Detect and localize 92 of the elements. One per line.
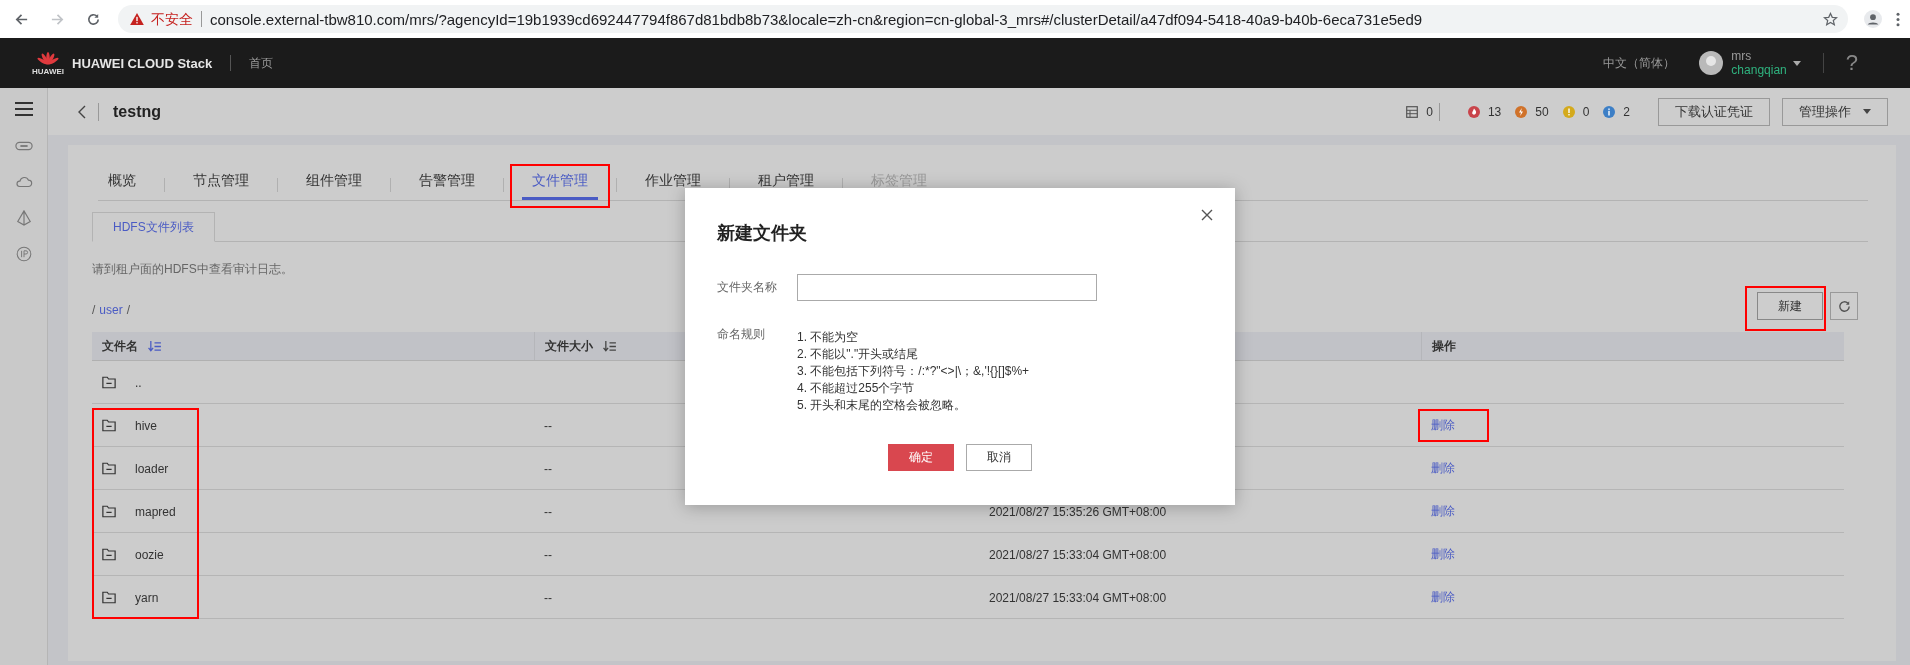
cloud-icon[interactable] (14, 174, 33, 190)
folder-name-field[interactable] (797, 274, 1097, 301)
subtab[interactable]: HDFS文件列表 (92, 212, 215, 242)
avatar-icon[interactable] (1699, 51, 1724, 75)
breadcrumb-separator: / (126, 303, 131, 317)
status-count: 2 (1623, 104, 1630, 119)
security-label: 不安全 (151, 11, 202, 27)
table-icon (1406, 105, 1419, 118)
reload-icon[interactable] (86, 11, 101, 27)
folder-icon (102, 505, 116, 518)
folder-icon (102, 419, 116, 432)
user-name: mrs (1731, 49, 1753, 63)
refresh-icon (1836, 298, 1852, 314)
language-selector[interactable]: 中文（简体） (1603, 54, 1676, 72)
file-size: -- (544, 418, 552, 433)
tab[interactable]: 文件管理 (522, 169, 598, 200)
home-link[interactable]: 首页 (249, 54, 274, 72)
back-icon[interactable] (78, 104, 86, 119)
notice-text: 请到租户面的HDFS中查看审计日志。 (92, 261, 294, 278)
menu-icon[interactable] (1896, 11, 1900, 27)
modified-time: 2021/08/27 15:33:04 GMT+08:00 (989, 590, 1167, 605)
folder-icon (102, 376, 116, 389)
column-label: 文件大小 (545, 337, 593, 355)
delete-link[interactable]: 删除 (1431, 589, 1455, 606)
breadcrumb-link[interactable]: user (99, 303, 123, 317)
rules-label: 命名规则 (717, 326, 766, 343)
account-name[interactable]: changqian (1731, 63, 1787, 77)
folder-icon (102, 548, 116, 561)
delete-link[interactable]: 删除 (1431, 417, 1455, 434)
profile-icon[interactable] (1864, 10, 1882, 28)
url-text: console.external-tbw810.com/mrs/?agencyId=19b1939cd692447794f867d81bdb8b73&locale=zh-cn&region=cn-global-3_mrs#/clusterDetail/a47df094-5418-40a9-b40b-6eca731e5ed9 (210, 10, 1424, 28)
caret-icon (1863, 109, 1871, 114)
delete-link[interactable]: 删除 (1431, 460, 1455, 477)
tab[interactable]: 作业管理 (617, 169, 729, 200)
confirm-button[interactable]: 确定 (888, 444, 954, 471)
column-header[interactable]: 文件名 (92, 332, 534, 360)
header-button[interactable]: 下载认证凭证 (1658, 97, 1770, 126)
sort-icon[interactable] (603, 340, 616, 352)
file-name[interactable]: mapred (135, 504, 176, 519)
header-button[interactable]: 管理操作 (1782, 97, 1888, 126)
new-button[interactable]: 新建 (1757, 292, 1823, 320)
rule-text: 1. 不能为空 (797, 329, 860, 346)
status-count: 0 (1582, 104, 1590, 119)
warning-icon (130, 13, 144, 25)
menu-icon[interactable] (14, 102, 33, 116)
rule-text: 5. 开头和末尾的空格会被忽略。 (797, 397, 968, 414)
folder-icon (102, 591, 116, 604)
status-count: 0 (1426, 104, 1433, 119)
field-label: 文件夹名称 (717, 279, 778, 296)
file-size: -- (544, 547, 552, 562)
brand-name: HUAWEI CLOUD Stack (72, 55, 213, 71)
star-icon[interactable] (1823, 11, 1838, 27)
tab[interactable]: 组件管理 (278, 169, 390, 200)
breadcrumb-separator: / (92, 303, 96, 317)
cancel-button[interactable]: 取消 (966, 444, 1032, 471)
status-count: 13 (1487, 104, 1502, 119)
modified-time: 2021/08/27 15:35:26 GMT+08:00 (989, 504, 1167, 519)
help-button[interactable]: ? (1845, 50, 1858, 76)
table-row[interactable]: yarn -- 2021/08/27 15:33:04 GMT+08:00 删除 (92, 576, 1844, 619)
column-label: 文件名 (102, 337, 138, 355)
file-name[interactable]: yarn (135, 590, 159, 605)
close-icon[interactable] (1201, 209, 1213, 221)
sort-icon[interactable] (148, 340, 161, 352)
file-size: -- (544, 504, 552, 519)
tab[interactable]: 租户管理 (730, 169, 842, 200)
file-size: -- (544, 590, 552, 605)
caret-icon[interactable] (1792, 60, 1801, 66)
rule-text: 2. 不能以"."开头或结尾 (797, 346, 920, 363)
cluster-title: testng (113, 102, 161, 121)
pyramid-icon[interactable] (14, 210, 33, 226)
rule-text: 4. 不能超过255个字节 (797, 380, 916, 397)
table-row[interactable]: mapred -- 2021/08/27 15:35:26 GMT+08:00 删除 (92, 490, 1844, 533)
tab[interactable]: 概览 (98, 169, 164, 200)
rule-text: 3. 不能包括下列符号：/:*?"<>|\；&,'!{}[]$%+ (797, 363, 1030, 380)
file-name[interactable]: hive (135, 418, 157, 433)
status-count: 50 (1535, 104, 1549, 119)
delete-link[interactable]: 删除 (1431, 546, 1455, 563)
refresh-button[interactable] (1830, 292, 1858, 320)
tab[interactable]: 节点管理 (165, 169, 277, 200)
folder-icon (102, 462, 116, 475)
column-label: 操作 (1432, 337, 1456, 355)
address-bar[interactable]: 不安全 console.external-tbw810.com/mrs/?agencyId=19b1939cd692447794f867d81bdb8b73&locale=zh-cn&region=cn-global-3_mrs#/clusterDetail/a47df094-5418-40a9-b40b-6eca731e5ed9 (118, 5, 1848, 33)
file-name[interactable]: loader (135, 461, 169, 476)
dialog-title: 新建文件夹 (717, 222, 808, 245)
file-name[interactable]: oozie (135, 547, 164, 562)
tab[interactable]: 告警管理 (391, 169, 503, 200)
table-row[interactable]: oozie -- 2021/08/27 15:33:04 GMT+08:00 删除 (92, 533, 1844, 576)
logo[interactable]: HUAWEI (28, 50, 68, 76)
modified-time: 2021/08/27 15:33:04 GMT+08:00 (989, 547, 1167, 562)
file-name[interactable]: .. (135, 375, 142, 390)
file-size: -- (544, 461, 552, 476)
delete-link[interactable]: 删除 (1431, 503, 1455, 520)
